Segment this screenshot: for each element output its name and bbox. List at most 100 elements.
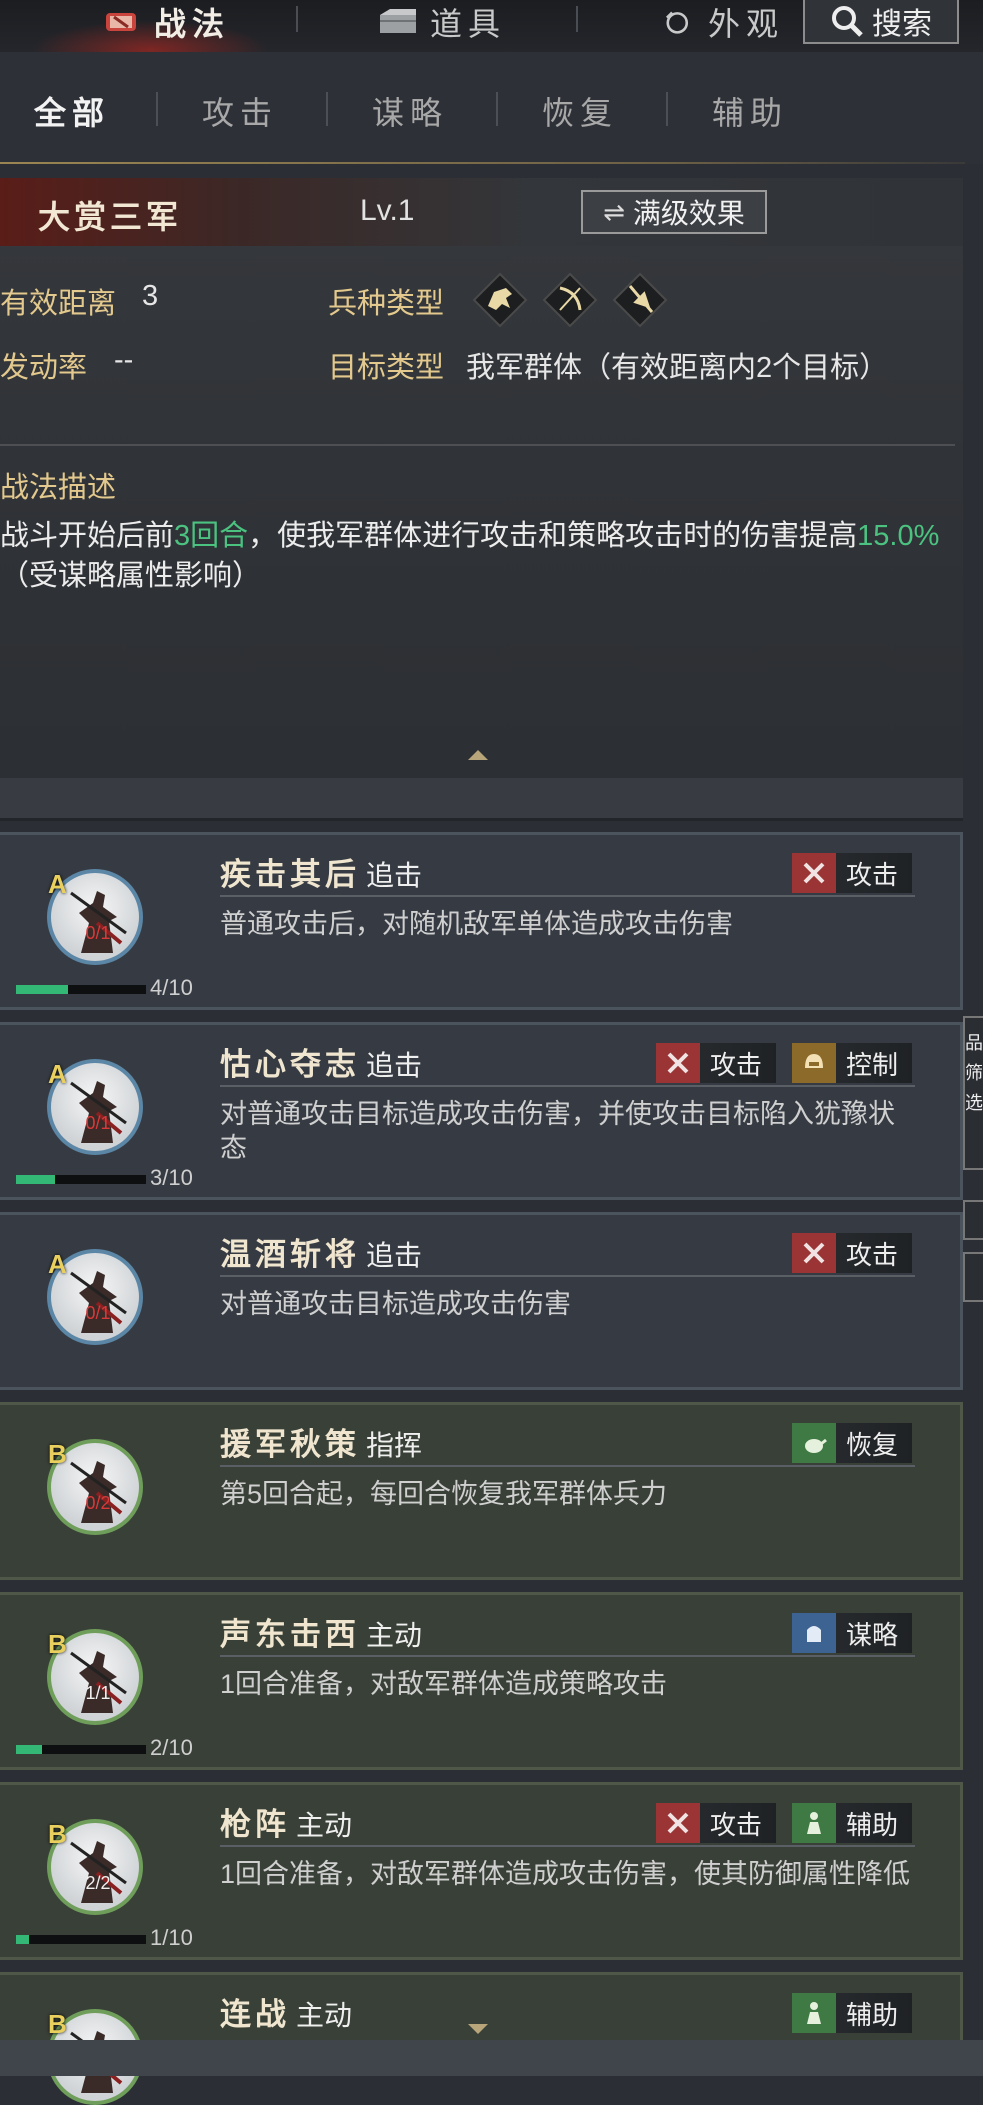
- skill-card[interactable]: B 2/2 1/10 枪阵 主动 辅助 攻击 1回合准备，对敌军群体造成攻击伤害，使其防御属性…: [0, 1782, 963, 1960]
- skill-kind: 主动: [366, 1620, 423, 1651]
- skill-count: 0/1: [85, 923, 111, 943]
- filter-separator: [326, 92, 328, 126]
- tab-separator: [296, 6, 298, 32]
- skill-card-divider: [220, 1275, 915, 1277]
- skill-description: 普通攻击后，对随机敌军单体造成攻击伤害: [220, 909, 733, 939]
- strategy-hand-icon: [791, 1613, 836, 1653]
- skill-tag: 恢复: [791, 1423, 912, 1463]
- skill-progress-bar: [16, 985, 146, 994]
- support-figure-icon: [791, 1993, 836, 2033]
- archer-icon: [542, 272, 598, 328]
- filter-tab-support[interactable]: 辅助: [712, 88, 788, 134]
- scroll-down-arrow-icon[interactable]: [466, 2022, 490, 2036]
- skill-description: 1回合准备，对敌军群体造成策略攻击: [220, 1669, 668, 1699]
- tab-appearance-label: 外观: [708, 5, 785, 43]
- desc-text-part: 战斗开始后前: [0, 520, 175, 552]
- skill-name: 怙心夺志: [220, 1047, 360, 1083]
- skill-grade: B: [48, 2009, 67, 2039]
- skill-progress-text: 3/10: [150, 1165, 193, 1190]
- tab-items[interactable]: 道具: [376, 0, 506, 44]
- skill-card[interactable]: B 0/2 援军秋策 指挥 恢复 第5回合起，每回合恢复我军群体兵力: [0, 1402, 963, 1580]
- filter-tab-all[interactable]: 全部: [34, 88, 110, 134]
- skill-tag: 攻击: [791, 1233, 912, 1273]
- skill-tag-label: 控制: [845, 1049, 898, 1080]
- desc-text-part: ，使我军群体进行攻击和策略攻击时的伤害提高: [248, 520, 858, 552]
- side-tab-handle[interactable]: [963, 1252, 983, 1302]
- support-figure-icon: [791, 1803, 836, 1843]
- skill-card[interactable]: A 0/1 3/10 怙心夺志 追击 控制 攻击 对普通攻击目标造成攻击伤害，并使攻击目标陷入…: [0, 1022, 963, 1200]
- skill-kind: 主动: [296, 1810, 353, 1841]
- filter-underline: [0, 162, 965, 164]
- range-label: 有效距离: [0, 288, 117, 320]
- skill-title: 援军秋策 指挥: [220, 1419, 422, 1464]
- skill-description: 1回合准备，对敌军群体造成攻击伤害，使其防御属性降低: [220, 1859, 911, 1889]
- skill-progress-text: 2/10: [150, 1735, 193, 1760]
- attack-swords-icon: [791, 853, 836, 893]
- skill-count: 0/2: [85, 1493, 111, 1513]
- skill-count: 2/2: [85, 1873, 111, 1893]
- filter-bar: [0, 52, 983, 164]
- skill-level: Lv.1: [360, 194, 415, 227]
- skill-card[interactable]: B 1/1 2/10 声东击西 主动 谋略 1回合准备，对敌军群体造成策略攻击: [0, 1592, 963, 1770]
- skill-card-divider: [220, 1845, 915, 1847]
- skill-name: 连战: [220, 1997, 290, 2033]
- skill-tag: 辅助: [791, 1993, 912, 2033]
- heal-teapot-icon: [791, 1423, 836, 1463]
- tab-tactics[interactable]: 战法: [100, 0, 230, 44]
- target-type-value: 我军群体（有效距离内2个目标）: [466, 352, 889, 384]
- skill-grade: A: [48, 1059, 67, 1089]
- search-label: 搜索: [872, 8, 932, 41]
- skill-tag: 控制: [791, 1043, 912, 1083]
- skill-detail-panel: 大赏三军 Lv.1 ⇌ 满级效果 有效距离 3 发动率 -- 兵种类型 目标类型…: [0, 178, 963, 778]
- skill-tag-label: 谋略: [845, 1619, 898, 1650]
- top-nav-bar: 战法 道具 外观 搜索: [0, 0, 983, 80]
- skill-progress-bar: [16, 1175, 146, 1184]
- side-tab-handle[interactable]: [963, 1200, 983, 1240]
- skill-name: 疾击其后: [220, 857, 360, 893]
- skill-progress-fill: [16, 985, 68, 994]
- skill-tag-label: 恢复: [845, 1429, 898, 1460]
- tab-items-label: 道具: [430, 5, 507, 43]
- skill-tag-label: 攻击: [845, 1239, 898, 1270]
- bottom-background: [0, 2040, 983, 2076]
- skill-card[interactable]: A 0/1 4/10 疾击其后 追击 攻击 普通攻击后，对随机敌军单体造成攻击伤害: [0, 832, 963, 1010]
- skill-tag-label: 辅助: [845, 1809, 898, 1840]
- max-level-effect-button[interactable]: ⇌ 满级效果: [581, 190, 767, 234]
- skill-kind: 追击: [366, 860, 423, 891]
- filter-separator: [496, 92, 498, 126]
- skill-tag: 攻击: [791, 853, 912, 893]
- skill-name: 援军秋策: [220, 1427, 360, 1463]
- collapse-arrow-icon[interactable]: [466, 748, 490, 762]
- skill-progress-fill: [16, 1175, 55, 1184]
- cavalry-icon: [472, 272, 528, 328]
- skill-kind: 追击: [366, 1240, 423, 1271]
- trigger-rate-label: 发动率: [0, 352, 88, 384]
- desc-highlight-percent: 15.0%: [857, 520, 940, 552]
- skill-card-divider: [220, 1655, 915, 1657]
- skill-progress-bar: [16, 1935, 146, 1944]
- skill-description: 第5回合起，每回合恢复我军群体兵力: [220, 1479, 668, 1509]
- skill-progress-fill: [16, 1745, 42, 1754]
- tab-appearance[interactable]: 外观: [660, 0, 790, 44]
- skill-kind: 追击: [366, 1050, 423, 1081]
- tab-tactics-label: 战法: [154, 5, 231, 43]
- skill-kind: 主动: [296, 2000, 353, 2031]
- skill-name: 声东击西: [220, 1617, 360, 1653]
- skill-title: 声东击西 主动: [220, 1609, 422, 1654]
- skill-tag: 攻击: [655, 1803, 776, 1843]
- side-filter-tab[interactable]: 品 筛 选: [963, 1016, 983, 1170]
- skill-tag-label: 攻击: [709, 1809, 762, 1840]
- filter-tab-recovery[interactable]: 恢复: [542, 88, 618, 134]
- desc-text-part: （受谋略属性影响）: [0, 560, 262, 592]
- skill-kind: 指挥: [366, 1430, 423, 1461]
- skill-progress-fill: [16, 1935, 29, 1944]
- search-button[interactable]: 搜索: [803, 0, 959, 44]
- skill-card[interactable]: A 0/1 温酒斩将 追击 攻击 对普通攻击目标造成攻击伤害: [0, 1212, 963, 1390]
- filter-tab-attack[interactable]: 攻击: [202, 88, 278, 134]
- skill-title: 枪阵 主动: [220, 1799, 352, 1844]
- swap-arrows-icon: ⇌: [603, 196, 625, 227]
- skill-tag-label: 攻击: [709, 1049, 762, 1080]
- filter-tab-strategy[interactable]: 谋略: [372, 88, 448, 134]
- skill-description: 对普通攻击目标造成攻击伤害: [220, 1289, 571, 1319]
- skill-progress-bar: [16, 1745, 146, 1754]
